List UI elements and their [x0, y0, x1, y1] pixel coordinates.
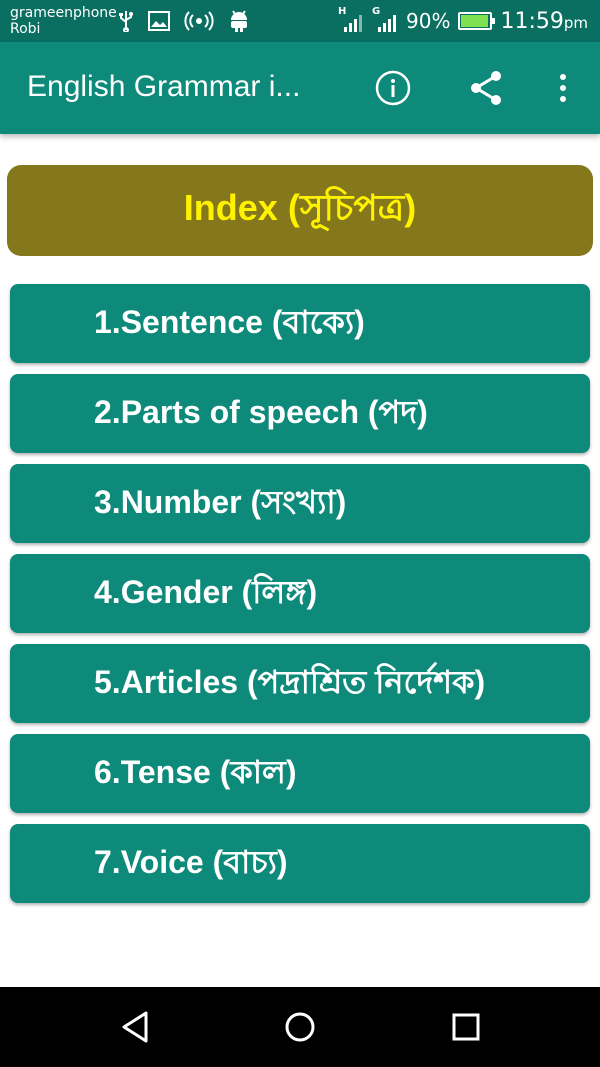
chapter-item-voice[interactable]: 7.Voice (বাচ্য)	[10, 824, 590, 903]
carrier-info: grameenphone Robi	[10, 5, 117, 37]
recents-button[interactable]	[446, 1007, 486, 1047]
notification-icons	[118, 8, 250, 34]
status-bar: grameenphone Robi H G 90% 11:59pm	[0, 0, 600, 42]
share-icon	[471, 71, 501, 105]
app-bar: English Grammar i...	[0, 42, 600, 134]
clock: 11:59pm	[500, 9, 588, 34]
navigation-bar	[0, 987, 600, 1067]
sim1-signal-icon: H	[338, 6, 364, 32]
sim2-signal-icon: G	[372, 6, 398, 32]
index-title: Index (সূচিপত্র)	[183, 186, 417, 228]
back-button[interactable]	[116, 1007, 156, 1047]
chapter-item-gender[interactable]: 4.Gender (লিঙ্গ)	[10, 554, 590, 633]
chapter-label: 2.Parts of speech (পদ)	[94, 393, 428, 430]
carrier-primary: grameenphone	[10, 5, 117, 21]
battery-percent: 90%	[406, 9, 451, 33]
info-icon	[375, 70, 411, 106]
info-button[interactable]	[373, 68, 413, 108]
system-status: H G 90% 11:59pm	[338, 6, 588, 36]
clock-suffix: pm	[563, 13, 588, 32]
app-title: English Grammar i...	[27, 70, 301, 103]
hotspot-icon	[184, 11, 214, 31]
chapter-item-sentence[interactable]: 1.Sentence (বাক্যে)	[10, 284, 590, 363]
chapter-item-number[interactable]: 3.Number (সংখ্যা)	[10, 464, 590, 543]
chapter-list: 1.Sentence (বাক্যে) 2.Parts of speech (প…	[10, 284, 590, 914]
chapter-label: 4.Gender (লিঙ্গ)	[94, 573, 318, 610]
battery-charging-icon	[458, 12, 496, 30]
chapter-label: 3.Number (সংখ্যা)	[94, 483, 347, 520]
usb-icon	[119, 11, 133, 32]
recents-icon	[452, 1013, 480, 1041]
home-icon	[285, 1012, 315, 1042]
chapter-item-articles[interactable]: 5.Articles (পদ্রাশ্রিত নির্দেশক)	[10, 644, 590, 723]
image-icon	[148, 11, 170, 31]
overflow-menu-button[interactable]	[543, 68, 583, 108]
chapter-label: 1.Sentence (বাক্যে)	[94, 303, 365, 340]
chapter-label: 6.Tense (কাল)	[94, 753, 297, 790]
chapter-item-parts-of-speech[interactable]: 2.Parts of speech (পদ)	[10, 374, 590, 453]
back-icon	[122, 1011, 148, 1043]
overflow-menu-icon	[560, 74, 566, 102]
chapter-item-tense[interactable]: 6.Tense (কাল)	[10, 734, 590, 813]
android-icon	[231, 10, 247, 32]
clock-time: 11:59	[500, 8, 564, 34]
home-button[interactable]	[280, 1007, 320, 1047]
share-button[interactable]	[466, 68, 506, 108]
chapter-label: 7.Voice (বাচ্য)	[94, 843, 288, 880]
carrier-secondary: Robi	[10, 21, 41, 37]
chapter-label: 5.Articles (পদ্রাশ্রিত নির্দেশক)	[94, 663, 486, 700]
index-header: Index (সূচিপত্র)	[7, 165, 593, 256]
